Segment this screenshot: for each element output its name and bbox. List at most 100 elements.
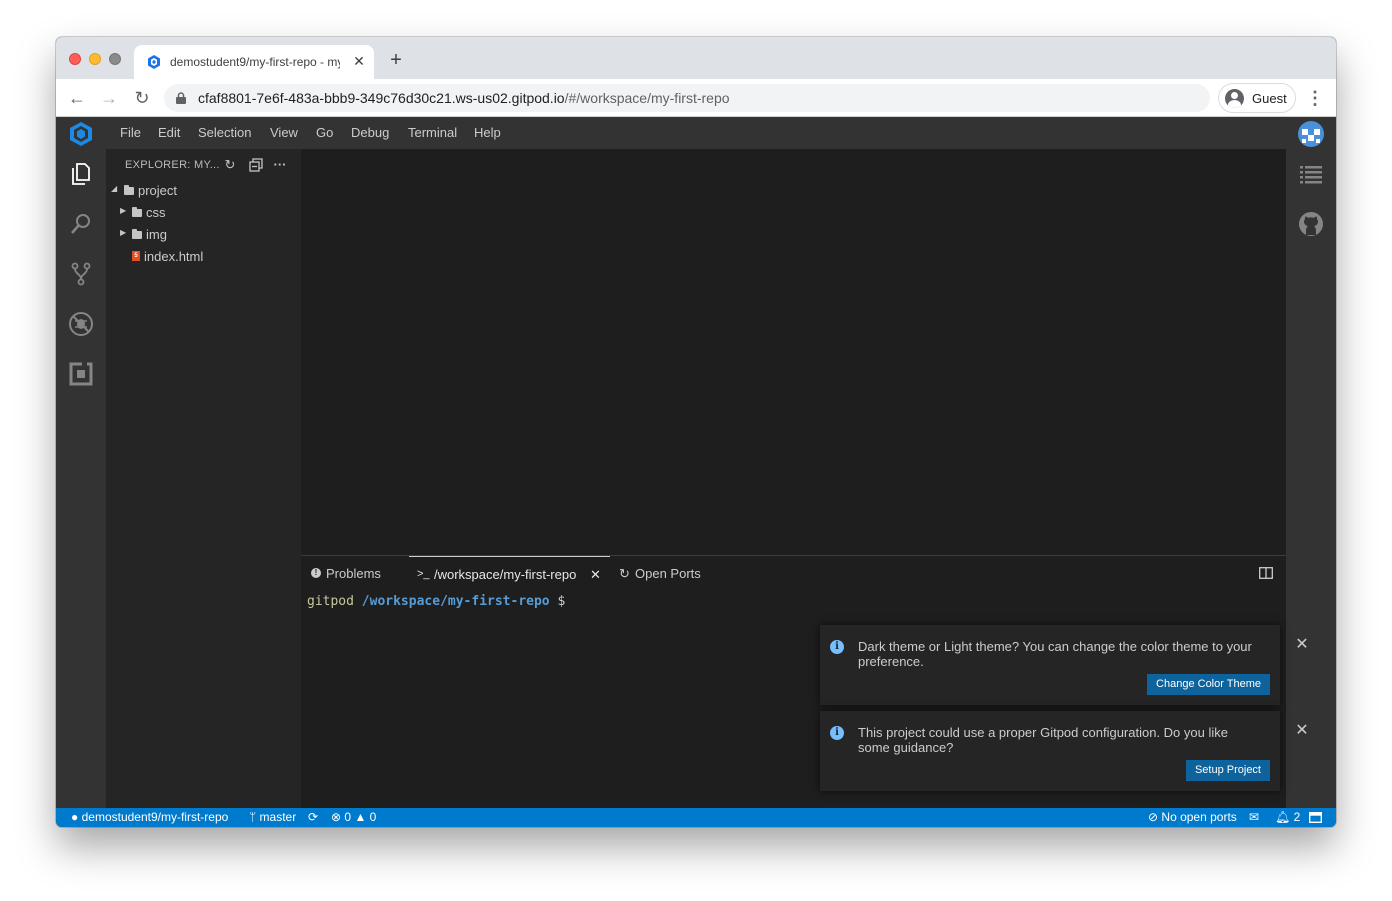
collapsed-chevron-icon: ▶ [120, 228, 127, 237]
tab-open-ports[interactable]: ↻ Open Ports [617, 556, 717, 590]
html5-file-icon: 5 [132, 251, 140, 261]
gitpod-logo-icon[interactable] [68, 121, 94, 147]
reload-icon[interactable]: ↻ [131, 87, 153, 109]
expanded-chevron-icon: ◢ [111, 184, 118, 193]
error-icon: ⊗ [331, 810, 342, 824]
folder-icon [132, 229, 142, 239]
folder-icon [124, 185, 134, 195]
browser-tab[interactable]: demostudent9/my-first-repo - my-first-re… [134, 45, 374, 79]
guest-avatar-icon [1225, 89, 1244, 108]
status-ports-label: No open ports [1161, 810, 1237, 824]
info-icon: i [830, 726, 844, 740]
status-ports[interactable]: ⊘ No open ports [1148, 810, 1237, 824]
notification-message: This project could use a proper Gitpod c… [858, 725, 1228, 755]
tab-problems[interactable]: ! Problems [305, 556, 400, 590]
tab-strip: demostudent9/my-first-repo - my-first-re… [56, 37, 1336, 79]
tab-label: /workspace/my-first-repo [434, 567, 577, 582]
profile-button[interactable]: Guest [1218, 83, 1296, 113]
collapsed-chevron-icon: ▶ [120, 206, 127, 215]
back-arrow-icon[interactable]: ← [66, 87, 88, 109]
tab-terminal[interactable]: >_ /workspace/my-first-repo ✕ [409, 556, 610, 590]
explorer-files-icon[interactable] [68, 161, 94, 187]
tree-item-label: img [146, 227, 167, 242]
browser-menu-icon[interactable]: ⋮ [1306, 87, 1324, 109]
feedback-icon[interactable]: ✉ [1249, 810, 1259, 824]
terminal-path: /workspace/my-first-repo [361, 594, 550, 609]
tree-item-project[interactable]: ◢ project [106, 180, 301, 202]
browser-tab-title: demostudent9/my-first-repo - my-first-re… [170, 55, 340, 69]
more-actions-icon[interactable]: ··· [272, 157, 288, 173]
menu-help[interactable]: Help [474, 125, 501, 140]
profile-label: Guest [1252, 91, 1287, 106]
collapse-all-icon[interactable] [248, 157, 264, 173]
github-icon[interactable] [1298, 211, 1324, 237]
right-activity-bar [1286, 149, 1336, 808]
source-control-icon[interactable] [68, 261, 94, 287]
terminal-host: gitpod [307, 594, 354, 609]
terminal-prompt-line[interactable]: gitpod /workspace/my-first-repo $ [307, 594, 565, 609]
extensions-icon[interactable] [68, 361, 94, 387]
menu-edit[interactable]: Edit [158, 125, 180, 140]
menu-selection[interactable]: Selection [198, 125, 251, 140]
editor-area[interactable] [301, 149, 1286, 594]
close-terminal-icon[interactable]: ✕ [590, 567, 601, 583]
notification-message: Dark theme or Light theme? You can chang… [858, 639, 1252, 669]
menu-view[interactable]: View [270, 125, 298, 140]
status-errors-count: 0 [344, 810, 352, 824]
menu-debug[interactable]: Debug [351, 125, 389, 140]
tab-label: Problems [326, 566, 381, 581]
explorer-sidebar: EXPLORER: MY... ↻ ··· ◢ project ▶ css ▶ … [106, 149, 301, 808]
close-notification-icon[interactable]: ✕ [1294, 637, 1310, 653]
explorer-title: EXPLORER: MY... [125, 159, 220, 171]
terminal-icon: >_ [417, 568, 430, 580]
toggle-panel-icon[interactable] [1309, 812, 1322, 823]
activity-bar [56, 149, 106, 808]
url-host: cfaf8801-7e6f-483a-bbb9-349c76d30c21.ws-… [198, 90, 565, 106]
menu-file[interactable]: File [120, 125, 141, 140]
user-avatar-icon[interactable] [1298, 121, 1324, 147]
info-icon: i [830, 640, 844, 654]
new-tab-icon[interactable]: + [386, 50, 406, 70]
close-notification-icon[interactable]: ✕ [1294, 723, 1310, 739]
user-avatar-pattern [1302, 129, 1320, 143]
status-notifications-count: 2 [1293, 810, 1301, 824]
menu-terminal[interactable]: Terminal [408, 125, 457, 140]
status-branch-label: master [259, 810, 297, 824]
refresh-icon[interactable]: ↻ [222, 157, 238, 173]
tree-item-css[interactable]: ▶ css [106, 202, 301, 224]
debug-icon[interactable] [68, 311, 94, 337]
menu-go[interactable]: Go [316, 125, 333, 140]
status-problems[interactable]: ⊗ 0 ▲ 0 [331, 810, 376, 824]
notification-setup: i This project could use a proper Gitpod… [820, 711, 1309, 791]
status-notifications[interactable]: 🔔︎ 2 [1275, 810, 1300, 824]
status-repo[interactable]: ● demostudent9/my-first-repo [71, 810, 228, 824]
close-tab-icon[interactable]: ✕ [350, 52, 368, 70]
gitpod-favicon-icon [148, 55, 160, 69]
tab-label: Open Ports [635, 566, 701, 581]
zoom-window-button[interactable] [109, 53, 121, 65]
address-bar[interactable]: cfaf8801-7e6f-483a-bbb9-349c76d30c21.ws-… [164, 84, 1210, 112]
minimize-window-button[interactable] [89, 53, 101, 65]
github-small-icon: ● [71, 810, 79, 824]
url-text: cfaf8801-7e6f-483a-bbb9-349c76d30c21.ws-… [198, 90, 730, 106]
forward-arrow-icon[interactable]: → [98, 87, 120, 109]
tree-item-img[interactable]: ▶ img [106, 224, 301, 246]
close-window-button[interactable] [69, 53, 81, 65]
status-branch[interactable]: ᛘ master [249, 810, 296, 824]
split-panel-icon[interactable] [1259, 567, 1273, 579]
folder-icon [132, 207, 142, 217]
bell-icon: 🔔︎ [1275, 810, 1291, 824]
change-color-theme-button[interactable]: Change Color Theme [1147, 674, 1270, 695]
no-ports-icon: ⊘ [1148, 810, 1159, 824]
tree-item-index-html[interactable]: 5 index.html [106, 246, 301, 268]
problems-icon: ! [311, 568, 321, 578]
setup-project-button[interactable]: Setup Project [1185, 760, 1270, 781]
tree-item-label: project [138, 183, 178, 198]
sync-icon[interactable]: ⟳ [308, 810, 318, 824]
outline-list-icon[interactable] [1298, 161, 1324, 187]
search-icon[interactable] [68, 211, 94, 237]
warning-icon: ▲ [354, 810, 367, 824]
browser-window: demostudent9/my-first-repo - my-first-re… [56, 37, 1336, 827]
terminal-prompt: $ [557, 594, 566, 609]
ports-icon: ↻ [619, 566, 630, 581]
